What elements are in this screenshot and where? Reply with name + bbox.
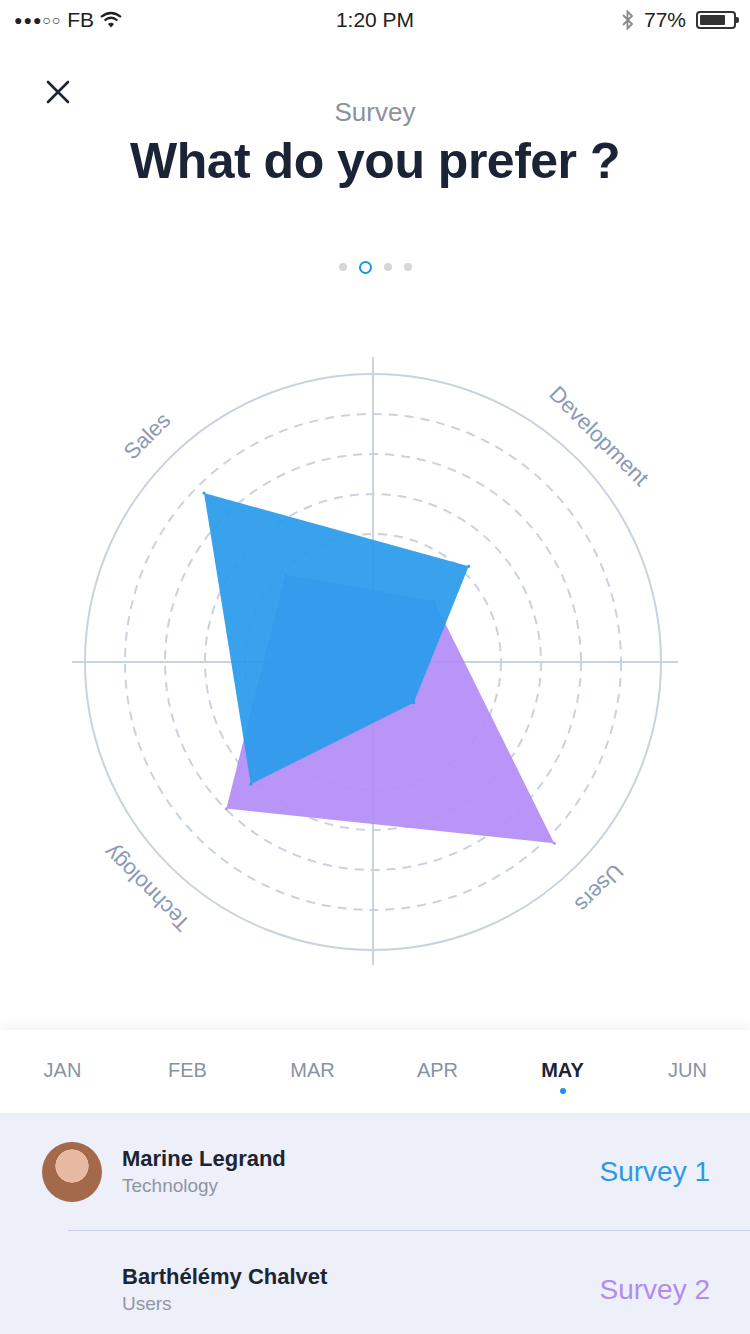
pager-dot[interactable] — [404, 263, 412, 271]
pager-dot[interactable] — [339, 263, 347, 271]
axis-label: Development — [544, 381, 653, 490]
subtitle: Survey — [335, 96, 416, 128]
month-tab[interactable]: JAN — [0, 1030, 125, 1113]
selected-dot — [60, 1088, 66, 1094]
series-area — [204, 493, 469, 784]
radar-chart: Sales Development Users Technology — [0, 273, 750, 1030]
avatar-photo — [42, 1142, 102, 1202]
person-row[interactable]: Barthélémy ChalvetUsers Survey 2 — [0, 1231, 750, 1334]
close-icon[interactable] — [44, 78, 72, 106]
data-point — [467, 565, 470, 568]
pager-dot[interactable] — [359, 261, 372, 274]
data-point — [553, 842, 556, 845]
battery-percent: 77% — [644, 8, 686, 32]
row-divider — [68, 1230, 750, 1231]
pager — [0, 261, 750, 273]
month-tab[interactable]: APR — [375, 1030, 500, 1113]
selected-dot — [185, 1088, 191, 1094]
avatar-photo — [42, 1260, 102, 1320]
month-tab[interactable]: MAY — [500, 1030, 625, 1113]
data-point — [225, 807, 228, 810]
grid-ring — [165, 454, 581, 870]
data-point — [202, 491, 205, 494]
status-bar: ●●●○○ FB 1:20 PM 77% — [0, 0, 750, 40]
survey-screen: ●●●○○ FB 1:20 PM 77% SurveyWhat do you prefe… — [0, 0, 750, 1334]
selected-dot — [560, 1088, 566, 1094]
person-name: Barthélémy Chalvet — [122, 1263, 580, 1290]
signal-strength: ●●●○○ — [14, 12, 61, 28]
selected-dot — [435, 1088, 441, 1094]
month-tabs: JANFEBMARAPRMAYJUN — [0, 1030, 750, 1113]
month-tab[interactable]: MAR — [250, 1030, 375, 1113]
person-row[interactable]: Marine LegrandTechnology Survey 1 — [0, 1113, 750, 1230]
battery-fill — [700, 15, 725, 25]
selected-dot — [310, 1088, 316, 1094]
pager-dot[interactable] — [384, 263, 392, 271]
survey-link[interactable]: Survey 1 — [600, 1155, 711, 1189]
axis-label: Sales — [119, 408, 176, 465]
selected-dot — [685, 1088, 691, 1094]
person-role: Users — [122, 1292, 580, 1316]
axis-label: Technology — [99, 840, 195, 936]
survey-list: Marine LegrandTechnology Survey 1 Barthélé… — [0, 1113, 750, 1334]
title: What do you prefer ? — [130, 128, 620, 194]
battery-icon — [696, 11, 736, 29]
axis-label: Users — [570, 859, 628, 917]
grid-ring — [125, 414, 621, 910]
header: SurveyWhat do you prefer ? — [0, 40, 750, 194]
clock: 1:20 PM — [336, 8, 414, 31]
person-role: Technology — [122, 1174, 580, 1198]
data-point — [412, 701, 415, 704]
month-tab[interactable]: FEB — [125, 1030, 250, 1113]
wifi-icon — [100, 11, 122, 29]
person-name: Marine Legrand — [122, 1145, 580, 1172]
carrier: FB — [67, 8, 94, 32]
month-tab[interactable]: JUN — [625, 1030, 750, 1113]
data-point — [249, 783, 252, 786]
outer-ring — [85, 374, 661, 950]
survey-link[interactable]: Survey 2 — [600, 1273, 711, 1307]
bluetooth-icon — [622, 10, 634, 30]
